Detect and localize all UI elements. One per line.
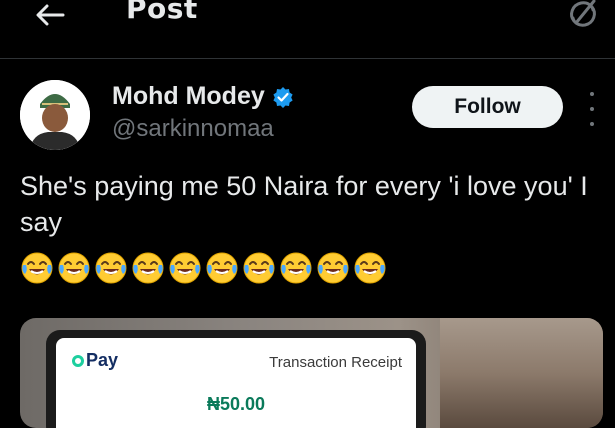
emoji-row <box>20 251 387 285</box>
page-title: Post <box>126 0 198 25</box>
author-handle[interactable]: @sarkinnomaa <box>112 115 274 143</box>
more-dot <box>590 122 594 126</box>
face-with-tears-of-joy-emoji <box>132 252 164 284</box>
face-with-tears-of-joy-emoji <box>169 252 201 284</box>
arrow-left-icon <box>36 4 65 26</box>
avatar-image <box>20 80 90 150</box>
opay-logo-text: Pay <box>86 350 119 370</box>
more-dot <box>590 107 594 111</box>
author-name[interactable]: Mohd Modey <box>112 82 265 111</box>
receipt-title: Transaction Receipt <box>269 354 402 371</box>
receipt-amount: ₦50.00 <box>206 394 266 414</box>
grok-icon <box>570 0 596 27</box>
face-with-tears-of-joy-emoji <box>280 252 312 284</box>
face-with-tears-of-joy-emoji <box>206 252 238 284</box>
opay-logo-ring <box>72 354 84 367</box>
face-with-tears-of-joy-emoji <box>95 252 127 284</box>
face-with-tears-of-joy-emoji <box>21 252 53 284</box>
verified-badge-icon <box>272 86 294 108</box>
grok-button[interactable] <box>563 0 603 32</box>
back-button[interactable] <box>28 0 72 30</box>
more-vertical-icon[interactable] <box>580 92 604 126</box>
face-with-tears-of-joy-emoji <box>58 252 90 284</box>
face-with-tears-of-joy-emoji <box>243 252 275 284</box>
face-with-tears-of-joy-emoji <box>317 252 349 284</box>
opay-logo: Pay <box>72 350 118 371</box>
avatar[interactable] <box>20 80 90 150</box>
author-name-row: Mohd Modey <box>112 82 294 111</box>
face-with-tears-of-joy-emoji <box>354 252 386 284</box>
more-dot <box>590 92 594 96</box>
follow-button[interactable]: Follow <box>412 86 563 128</box>
media-background <box>440 318 603 428</box>
post-media-image[interactable]: Pay Transaction Receipt ₦50.00 <box>20 318 603 428</box>
transaction-receipt: Pay Transaction Receipt ₦50.00 <box>56 338 416 428</box>
top-bar: Post <box>0 0 615 59</box>
post-text: She's paying me 50 Naira for every 'i lo… <box>20 171 588 237</box>
